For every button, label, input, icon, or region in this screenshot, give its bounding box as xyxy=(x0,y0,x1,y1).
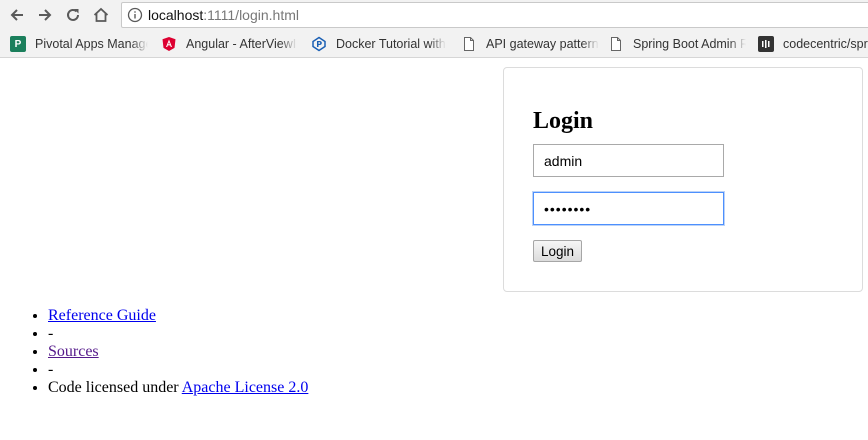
reload-button[interactable] xyxy=(62,4,84,26)
address-bar[interactable]: localhost:1111/login.html xyxy=(121,2,868,28)
bookmark-codecentric[interactable]: codecentric/spr xyxy=(758,35,868,53)
bookmark-label: Angular - AfterViewInit xyxy=(186,37,297,51)
sources-link[interactable]: Sources xyxy=(48,343,99,360)
reload-icon xyxy=(67,8,79,21)
bookmark-label: Docker Tutorial with xyxy=(336,37,446,51)
bookmark-api-gateway[interactable]: API gateway pattern xyxy=(461,35,599,53)
url-host: localhost xyxy=(148,7,204,23)
reference-guide-link[interactable]: Reference Guide xyxy=(48,307,156,324)
bookmark-label: codecentric/spr xyxy=(783,37,868,51)
license-text: Code licensed under xyxy=(48,379,182,396)
page-icon xyxy=(608,36,624,52)
svg-text:P: P xyxy=(316,40,322,49)
bookmark-label: Pivotal Apps Manager xyxy=(35,37,148,51)
footer-links: Reference Guide - Sources - Code license… xyxy=(8,307,308,397)
bookmark-angular[interactable]: Angular - AfterViewInit xyxy=(161,35,297,53)
list-item: Sources xyxy=(48,343,308,361)
info-icon[interactable] xyxy=(127,7,143,23)
pivotal-icon: P xyxy=(10,36,26,52)
github-icon xyxy=(758,36,774,52)
angular-icon xyxy=(161,36,177,52)
login-form: Login Login xyxy=(503,67,863,292)
bookmark-pivotal[interactable]: P Pivotal Apps Manager xyxy=(10,35,148,53)
home-button[interactable] xyxy=(90,4,112,26)
list-item: - xyxy=(48,361,308,379)
url-text: localhost:1111/login.html xyxy=(148,7,299,23)
list-item: Reference Guide xyxy=(48,307,308,325)
home-icon xyxy=(93,7,109,22)
forward-arrow-icon xyxy=(39,9,52,21)
username-input[interactable] xyxy=(533,144,724,177)
password-input[interactable] xyxy=(533,192,724,225)
login-title: Login xyxy=(533,108,594,134)
browser-toolbar: localhost:1111/login.html xyxy=(0,0,868,31)
back-arrow-icon xyxy=(10,9,23,21)
login-button[interactable]: Login xyxy=(533,240,583,262)
bookmark-label: API gateway pattern xyxy=(486,37,599,51)
url-path: :1111/login.html xyxy=(203,7,299,23)
bookmark-docker[interactable]: P Docker Tutorial with xyxy=(311,35,447,53)
forward-button[interactable] xyxy=(34,4,56,26)
back-button[interactable] xyxy=(6,4,28,26)
docker-icon: P xyxy=(311,36,327,52)
list-item: Code licensed under Apache License 2.0 xyxy=(48,379,308,397)
bookmark-label: Spring Boot Admin R xyxy=(633,37,746,51)
bookmark-spring-boot-admin[interactable]: Spring Boot Admin R xyxy=(608,35,746,53)
apache-license-link[interactable]: Apache License 2.0 xyxy=(182,379,309,396)
page-icon xyxy=(461,36,477,52)
bookmarks-bar: P Pivotal Apps Manager Angular - AfterVi… xyxy=(0,31,868,58)
list-item: - xyxy=(48,325,308,343)
